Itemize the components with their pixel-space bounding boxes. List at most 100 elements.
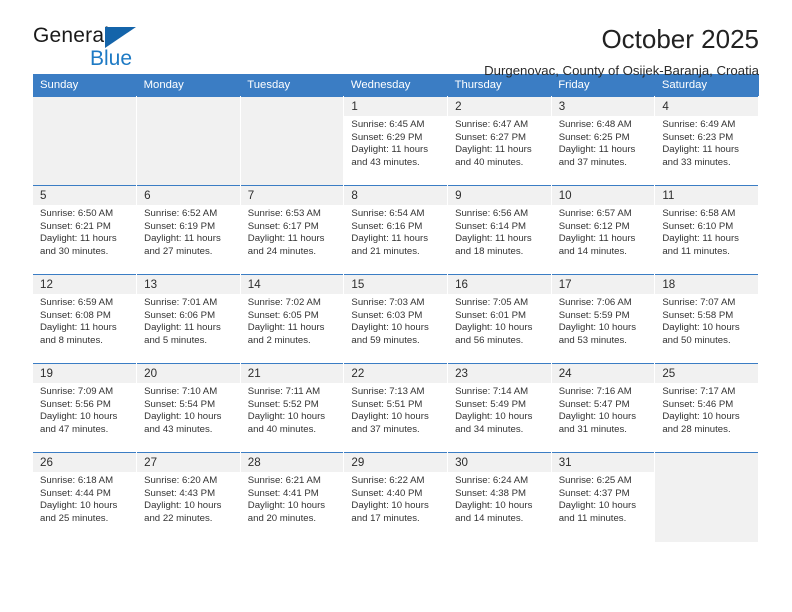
day-number: 17	[551, 275, 655, 294]
calendar-day-cell[interactable]: 27 Sunrise: 6:20 AM Sunset: 4:43 PM Dayligh…	[136, 452, 241, 542]
day-detail-daylight-1: Daylight: 10 hours	[662, 411, 740, 423]
calendar-day-cell[interactable]: 15 Sunrise: 7:03 AM Sunset: 6:03 PM Dayligh…	[343, 274, 449, 364]
day-detail-sunrise: Sunrise: 7:11 AM	[247, 386, 321, 397]
day-detail-sunrise: Sunrise: 6:45 AM	[351, 119, 425, 130]
calendar-day-cell[interactable]: 10 Sunrise: 6:57 AM Sunset: 6:12 PM Dayligh…	[551, 185, 656, 275]
calendar-day-cell[interactable]: 22 Sunrise: 7:13 AM Sunset: 5:51 PM Dayligh…	[343, 363, 449, 453]
calendar-day-cell[interactable]: 31 Sunrise: 6:25 AM Sunset: 4:37 PM Dayligh…	[551, 452, 656, 542]
day-number: 20	[137, 364, 240, 383]
calendar-day-cell[interactable]: 20 Sunrise: 7:10 AM Sunset: 5:54 PM Dayligh…	[136, 363, 241, 453]
day-detail-sunrise: Sunrise: 7:05 AM	[455, 297, 529, 308]
day-detail-sunset: Sunset: 6:16 PM	[351, 220, 423, 232]
calendar-day-cell[interactable]: 6 Sunrise: 6:52 AM Sunset: 6:19 PM Daylight…	[136, 185, 241, 275]
day-details: Sunrise: 6:21 AM Sunset: 4:41 PM Daylight:…	[241, 472, 344, 525]
calendar-week-row: 12 Sunrise: 6:59 AM Sunset: 6:08 PM Dayligh…	[33, 274, 759, 364]
day-detail-daylight-1: Daylight: 11 hours	[455, 144, 532, 156]
calendar-day-cell[interactable]: 2 Sunrise: 6:47 AM Sunset: 6:27 PM Daylight…	[447, 96, 552, 186]
day-detail-daylight-2: and 18 minutes.	[455, 245, 524, 257]
day-details: Sunrise: 6:24 AM Sunset: 4:38 PM Daylight:…	[448, 472, 551, 525]
day-detail-sunset: Sunset: 4:44 PM	[40, 487, 111, 499]
day-detail-sunset: Sunset: 6:14 PM	[455, 220, 526, 232]
day-detail-sunrise: Sunrise: 7:16 AM	[558, 386, 632, 397]
day-detail-sunrise: Sunrise: 6:58 AM	[662, 208, 736, 219]
calendar-day-cell[interactable]: 12 Sunrise: 6:59 AM Sunset: 6:08 PM Dayligh…	[33, 274, 138, 364]
day-detail-daylight-2: and 24 minutes.	[247, 245, 317, 257]
day-details: Sunrise: 6:25 AM Sunset: 4:37 PM Daylight:…	[552, 472, 655, 525]
logo[interactable]: General Blue	[33, 24, 153, 70]
calendar-day-cell[interactable]: 17 Sunrise: 7:06 AM Sunset: 5:59 PM Dayligh…	[551, 274, 656, 364]
day-detail-daylight-2: and 50 minutes.	[662, 334, 731, 346]
day-detail-sunrise: Sunrise: 6:24 AM	[455, 475, 529, 486]
day-details: Sunrise: 6:48 AM Sunset: 6:25 PM Daylight:…	[552, 116, 655, 169]
day-details: Sunrise: 7:13 AM Sunset: 5:51 PM Daylight:…	[344, 383, 447, 436]
calendar-day-cell[interactable]: 24 Sunrise: 7:16 AM Sunset: 5:47 PM Dayligh…	[551, 363, 656, 453]
day-detail-daylight-2: and 59 minutes.	[351, 334, 420, 346]
day-detail-sunrise: Sunrise: 7:10 AM	[144, 386, 218, 397]
day-number: 27	[137, 453, 240, 472]
day-detail-daylight-2: and 37 minutes.	[558, 156, 627, 168]
day-detail-daylight-1: Daylight: 10 hours	[351, 411, 429, 423]
calendar-day-cell[interactable]: 21 Sunrise: 7:11 AM Sunset: 5:52 PM Dayligh…	[240, 363, 345, 453]
day-details: Sunrise: 7:17 AM Sunset: 5:46 PM Daylight:…	[655, 383, 758, 436]
day-detail-daylight-1: Daylight: 11 hours	[558, 233, 636, 245]
calendar-day-cell[interactable]: 9 Sunrise: 6:56 AM Sunset: 6:14 PM Daylight…	[447, 185, 552, 275]
day-detail-sunrise: Sunrise: 7:09 AM	[40, 386, 114, 397]
day-number: 30	[448, 453, 551, 472]
calendar-day-cell[interactable]: 4 Sunrise: 6:49 AM Sunset: 6:23 PM Daylight…	[654, 96, 759, 186]
day-detail-daylight-2: and 33 minutes.	[662, 156, 731, 168]
day-number: 14	[240, 275, 344, 294]
day-number: 26	[33, 453, 137, 472]
calendar-day-cell[interactable]: 1 Sunrise: 6:45 AM Sunset: 6:29 PM Daylight…	[343, 96, 449, 186]
calendar-day-cell[interactable]: 7 Sunrise: 6:53 AM Sunset: 6:17 PM Daylight…	[240, 185, 345, 275]
day-details: Sunrise: 7:05 AM Sunset: 6:01 PM Daylight:…	[448, 294, 551, 347]
calendar-week-row: 5 Sunrise: 6:50 AM Sunset: 6:21 PM Daylight…	[33, 185, 759, 275]
calendar-day-cell[interactable]: 8 Sunrise: 6:54 AM Sunset: 6:16 PM Daylight…	[343, 185, 449, 275]
calendar-day-cell[interactable]: 5 Sunrise: 6:50 AM Sunset: 6:21 PM Daylight…	[33, 185, 138, 275]
day-detail-daylight-2: and 40 minutes.	[455, 156, 524, 168]
calendar-day-cell[interactable]: 30 Sunrise: 6:24 AM Sunset: 4:38 PM Dayligh…	[447, 452, 552, 542]
day-number: 7	[240, 186, 344, 205]
day-detail-daylight-2: and 43 minutes.	[144, 423, 213, 435]
day-detail-sunset: Sunset: 4:38 PM	[455, 487, 526, 499]
day-detail-sunset: Sunset: 5:58 PM	[662, 309, 734, 321]
calendar-day-cell[interactable]: 19 Sunrise: 7:09 AM Sunset: 5:56 PM Dayligh…	[33, 363, 138, 453]
calendar-day-cell[interactable]: 11 Sunrise: 6:58 AM Sunset: 6:10 PM Dayligh…	[654, 185, 759, 275]
day-detail-daylight-1: Daylight: 10 hours	[558, 500, 637, 512]
day-detail-daylight-1: Daylight: 11 hours	[351, 233, 429, 245]
day-detail-sunrise: Sunrise: 6:20 AM	[144, 475, 218, 486]
calendar-page: General Blue October 2025 Durgenovac, Co…	[0, 0, 792, 612]
title-block: October 2025 Durgenovac, County of Osije…	[484, 24, 759, 80]
day-detail-daylight-1: Daylight: 10 hours	[351, 500, 429, 512]
weekday-header-cell: Monday	[136, 74, 241, 97]
day-detail-sunrise: Sunrise: 6:53 AM	[247, 208, 321, 219]
day-detail-sunrise: Sunrise: 6:48 AM	[558, 119, 632, 130]
day-number: 21	[240, 364, 344, 383]
calendar-day-cell[interactable]: 26 Sunrise: 6:18 AM Sunset: 4:44 PM Dayligh…	[33, 452, 138, 542]
day-detail-sunset: Sunset: 4:41 PM	[247, 487, 319, 499]
calendar-day-cell[interactable]: 18 Sunrise: 7:07 AM Sunset: 5:58 PM Dayligh…	[654, 274, 759, 364]
day-number: 28	[240, 453, 344, 472]
day-detail-sunrise: Sunrise: 6:59 AM	[40, 297, 114, 308]
day-details: Sunrise: 6:18 AM Sunset: 4:44 PM Daylight:…	[33, 472, 136, 525]
calendar-day-cell[interactable]: 23 Sunrise: 7:14 AM Sunset: 5:49 PM Dayligh…	[447, 363, 552, 453]
day-detail-sunset: Sunset: 6:19 PM	[144, 220, 216, 232]
calendar-day-cell[interactable]: 29 Sunrise: 6:22 AM Sunset: 4:40 PM Dayligh…	[343, 452, 449, 542]
calendar-day-cell[interactable]: 28 Sunrise: 6:21 AM Sunset: 4:41 PM Dayligh…	[240, 452, 345, 542]
day-detail-daylight-1: Daylight: 11 hours	[662, 144, 739, 156]
day-detail-daylight-2: and 40 minutes.	[247, 423, 317, 435]
day-detail-daylight-1: Daylight: 11 hours	[247, 233, 325, 245]
day-detail-sunrise: Sunrise: 7:14 AM	[455, 386, 529, 397]
calendar-day-cell[interactable]: 16 Sunrise: 7:05 AM Sunset: 6:01 PM Dayligh…	[447, 274, 552, 364]
calendar-week-row: 26 Sunrise: 6:18 AM Sunset: 4:44 PM Dayligh…	[33, 452, 759, 542]
day-detail-daylight-2: and 56 minutes.	[455, 334, 524, 346]
day-detail-daylight-2: and 8 minutes.	[40, 334, 103, 346]
calendar-day-cell[interactable]: 25 Sunrise: 7:17 AM Sunset: 5:46 PM Dayligh…	[654, 363, 759, 453]
calendar-day-cell[interactable]: 3 Sunrise: 6:48 AM Sunset: 6:25 PM Daylight…	[551, 96, 656, 186]
calendar-day-cell[interactable]: 14 Sunrise: 7:02 AM Sunset: 6:05 PM Dayligh…	[240, 274, 345, 364]
day-detail-daylight-1: Daylight: 10 hours	[40, 500, 118, 512]
day-detail-sunrise: Sunrise: 7:07 AM	[662, 297, 736, 308]
day-detail-sunrise: Sunrise: 6:22 AM	[351, 475, 425, 486]
day-detail-daylight-2: and 30 minutes.	[40, 245, 109, 257]
calendar-day-cell[interactable]: 13 Sunrise: 7:01 AM Sunset: 6:06 PM Dayligh…	[136, 274, 241, 364]
day-detail-daylight-1: Daylight: 10 hours	[247, 500, 326, 512]
